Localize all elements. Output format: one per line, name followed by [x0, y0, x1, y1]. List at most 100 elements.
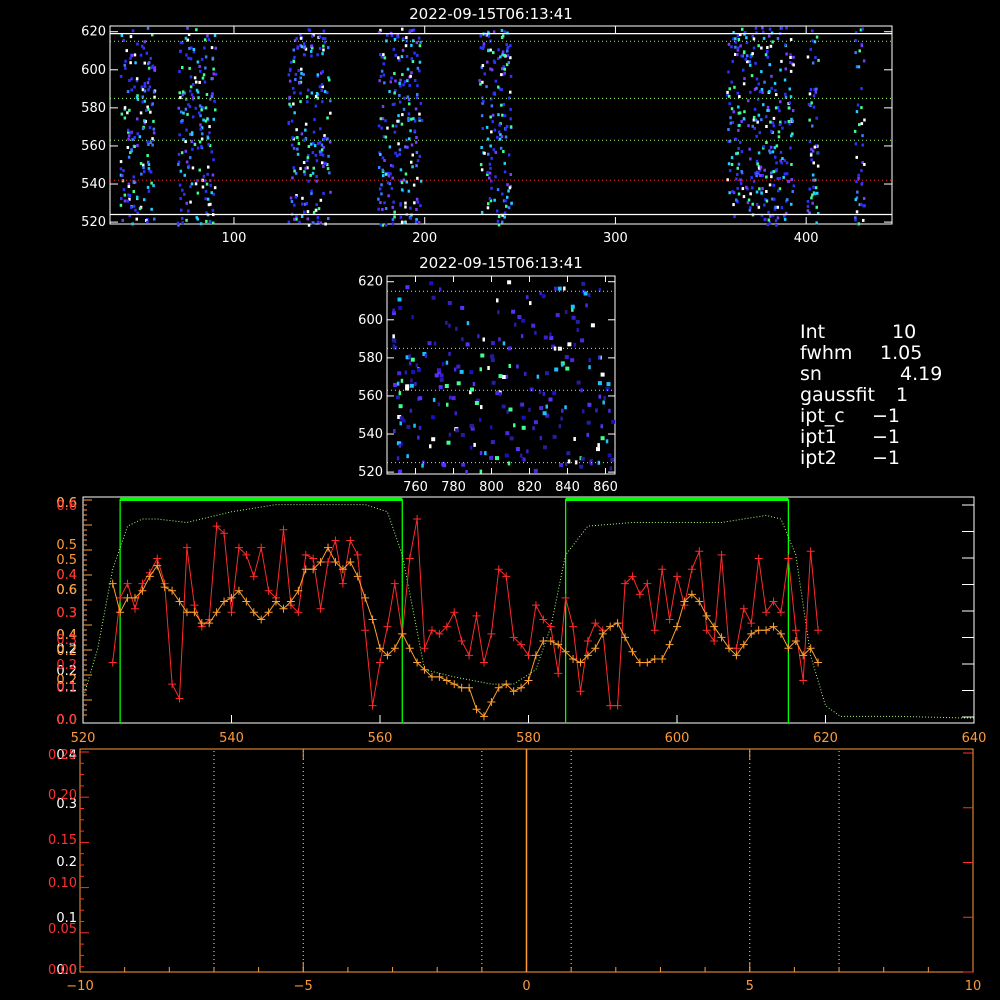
- y-tick-label: 620: [81, 25, 106, 40]
- info-row-int: Int 10: [800, 322, 942, 343]
- heatmap-pixel: [734, 45, 737, 49]
- heatmap-pixel: [752, 46, 756, 50]
- heatmap-pixel: [404, 205, 407, 209]
- heatmap-pixel: [184, 149, 187, 153]
- heatmap-pixel: [509, 44, 512, 48]
- heatmap-pixel: [531, 323, 536, 328]
- heatmap-pixel: [765, 125, 768, 128]
- heatmap-pixel: [307, 179, 310, 183]
- heatmap-pixel: [504, 199, 507, 203]
- heatmap-pixel: [381, 156, 385, 160]
- heatmap-pixel: [505, 43, 508, 47]
- heatmap-pixel: [409, 216, 413, 220]
- heatmap-pixel: [135, 95, 139, 99]
- heatmap-pixel: [461, 337, 464, 342]
- heatmap-pixel: [588, 358, 591, 363]
- heatmap-pixel: [588, 293, 591, 298]
- heatmap-pixel: [513, 423, 516, 428]
- heatmap-pixel: [412, 183, 416, 187]
- heatmap-pixel: [398, 93, 401, 97]
- heatmap-pixel: [133, 145, 136, 148]
- heatmap-pixel: [751, 52, 754, 56]
- heatmap-pixel: [302, 53, 306, 57]
- heatmap-pixel: [398, 148, 402, 152]
- heatmap-pixel: [456, 364, 461, 369]
- heatmap-pixel: [307, 88, 310, 92]
- heatmap-pixel: [754, 26, 758, 30]
- heatmap-pixel: [785, 161, 789, 165]
- heatmap-pixel: [383, 56, 387, 60]
- info-key: ipt2: [800, 447, 837, 469]
- heatmap-pixel: [761, 26, 764, 30]
- heatmap-pixel: [533, 468, 538, 473]
- heatmap-pixel: [411, 165, 414, 169]
- heatmap-pixel: [532, 426, 535, 431]
- heatmap-pixel: [526, 295, 529, 300]
- heatmap-pixel: [784, 67, 787, 71]
- heatmap-pixel: [140, 172, 143, 176]
- heatmap-pixel: [391, 176, 394, 180]
- heatmap-pixel: [381, 105, 385, 108]
- info-value: 4.19: [900, 363, 943, 385]
- heatmap-pixel: [429, 444, 432, 449]
- heatmap-pixel: [209, 183, 212, 187]
- heatmap-pixel: [185, 201, 188, 205]
- heatmap-pixel: [862, 197, 866, 200]
- heatmap-pixel: [502, 375, 506, 379]
- heatmap-pixel: [324, 162, 327, 166]
- heatmap-pixel: [509, 74, 513, 78]
- heatmap-pixel: [311, 151, 315, 154]
- heatmap-pixel: [403, 80, 407, 84]
- heatmap-pixel: [854, 198, 857, 202]
- heatmap-pixel: [307, 223, 311, 227]
- heatmap-pixel: [208, 125, 211, 129]
- heatmap-pixel: [753, 107, 757, 111]
- heatmap-pixel: [749, 157, 752, 161]
- heatmap-pixel: [199, 222, 203, 226]
- heatmap-pixel: [185, 53, 188, 57]
- heatmap-pixel: [299, 167, 302, 171]
- heatmap-pixel: [179, 169, 183, 173]
- heatmap-pixel: [319, 221, 322, 225]
- heatmap-pixel: [862, 218, 865, 222]
- heatmap-pixel: [555, 313, 560, 318]
- heatmap-pixel: [136, 144, 139, 148]
- heatmap-pixel: [471, 423, 474, 428]
- heatmap-pixel: [418, 396, 423, 401]
- heatmap-pixel: [490, 354, 495, 359]
- heatmap-pixel: [408, 361, 412, 366]
- heatmap-pixel: [500, 135, 504, 139]
- heatmap-pixel: [405, 285, 410, 290]
- heatmap-pixel: [727, 128, 730, 131]
- heatmap-pixel: [570, 358, 575, 363]
- heatmap-pixel: [139, 53, 143, 57]
- heatmap-pixel: [299, 91, 302, 95]
- heatmap-pixel: [196, 217, 199, 221]
- heatmap-pixel: [388, 90, 391, 93]
- heatmap-pixel: [415, 197, 419, 201]
- heatmap-pixel: [401, 27, 404, 31]
- y-tick-label: 0.2: [56, 855, 77, 870]
- heatmap-pixel: [210, 191, 213, 195]
- heatmap-pixel: [415, 41, 419, 45]
- heatmap-pixel: [300, 67, 303, 71]
- heatmap-pixel: [398, 469, 403, 474]
- heatmap-pixel: [580, 338, 585, 343]
- heatmap-pixel: [809, 47, 812, 51]
- heatmap-pixel: [454, 411, 457, 416]
- heatmap-pixel: [552, 434, 557, 439]
- heatmap-pixel: [404, 44, 408, 48]
- heatmap-pixel: [567, 342, 572, 347]
- heatmap-pixel: [739, 181, 743, 185]
- heatmap-pixel: [320, 82, 324, 86]
- heatmap-pixel: [213, 186, 217, 190]
- heatmap-pixel: [328, 171, 331, 175]
- heatmap-pixel: [812, 185, 815, 189]
- x-tick-label: 620: [813, 731, 838, 746]
- heatmap-pixel: [314, 95, 318, 98]
- heatmap-pixel: [758, 187, 761, 191]
- heatmap-pixel: [294, 195, 298, 199]
- heatmap-pixel: [397, 56, 400, 60]
- heatmap-pixel: [406, 67, 410, 71]
- heatmap-pixel: [756, 162, 759, 166]
